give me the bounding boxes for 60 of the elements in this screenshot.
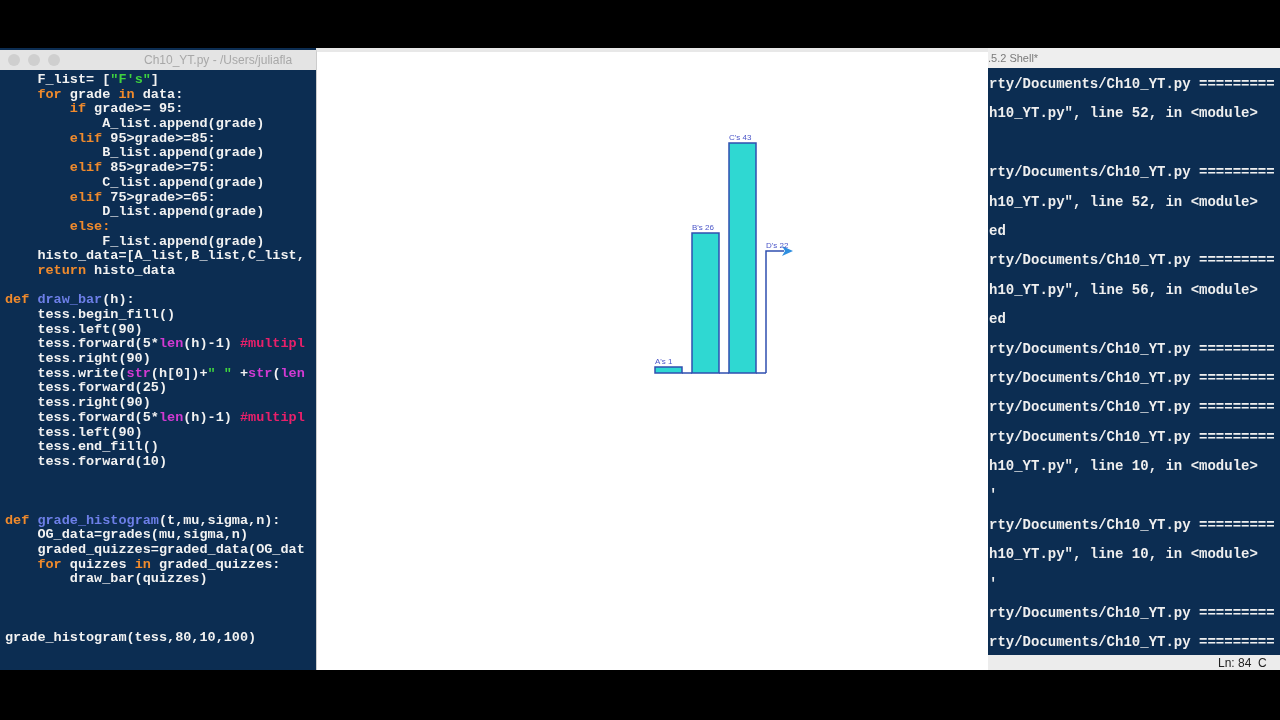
- code-line: def grade_histogram(t,mu,sigma,n):: [5, 513, 281, 529]
- bar-label: A's 1: [655, 357, 673, 366]
- shell-output-line: ed: [989, 311, 1006, 328]
- shell-output-line: rty/Documents/Ch10_YT.py =========: [989, 516, 1275, 533]
- shell-output-line: ': [989, 487, 998, 504]
- code-line: else:: [68, 219, 111, 235]
- turtle-arrow-icon: [782, 246, 793, 256]
- window-title: Ch10_YT.py - /Users/juliafla: [144, 52, 293, 69]
- code-line: tess.begin_fill(): [36, 308, 176, 323]
- bar-label: C's 43: [729, 133, 752, 142]
- code-line: A_list.append(grade): [101, 117, 265, 132]
- code-line: def draw_bar(h):: [5, 293, 135, 308]
- shell-output-line: rty/Documents/Ch10_YT.py =========: [989, 76, 1275, 92]
- code-line: tess.right(90): [36, 352, 151, 367]
- code-line: tess.forward(25): [36, 381, 168, 397]
- code-line: tess.right(90): [36, 396, 151, 411]
- code-line: return histo_data: [36, 263, 176, 279]
- code-line: OG_data=grades(mu,sigma,n): [36, 528, 249, 543]
- code-line: tess.forward(10): [36, 454, 168, 470]
- code-line: elif 85>grade>=75:: [68, 161, 216, 176]
- shell-output-line: h10_YT.py", line 52, in <module>: [989, 193, 1258, 210]
- shell-output-line: h10_YT.py", line 56, in <module>: [989, 281, 1258, 298]
- shell-output-line: rty/Documents/Ch10_YT.py =========: [989, 252, 1275, 269]
- code-line: F_list= ["F's"]: [36, 73, 159, 88]
- shell-output-line: rty/Documents/Ch10_YT.py =========: [989, 428, 1275, 445]
- code-line: graded_quizzes=graded_data(OG_dat: [36, 543, 305, 558]
- shell-output-line: h10_YT.py", line 10, in <module>: [989, 546, 1258, 563]
- histogram-bar: [654, 366, 683, 374]
- code-line: tess.write(str(h[0])+" " +str(len: [36, 366, 305, 382]
- code-line: tess.left(90): [36, 322, 143, 338]
- code-line: for quizzes in graded_quizzes:: [36, 557, 281, 573]
- code-line: elif 95>grade>=85:: [68, 131, 216, 147]
- shell-output-line: rty/Documents/Ch10_YT.py =========: [989, 340, 1275, 357]
- code-line: tess.left(90): [36, 425, 143, 441]
- shell-output-line: rty/Documents/Ch10_YT.py =========: [989, 164, 1275, 181]
- shell-output-line: rty/Documents/Ch10_YT.py =========: [989, 605, 1275, 622]
- shell-output-line: h10_YT.py", line 52, in <module>: [989, 105, 1258, 122]
- code-line: elif 75>grade>=65:: [68, 190, 216, 206]
- code-line: grade_histogram(tess,80,10,100): [5, 631, 257, 646]
- code-line: if grade>= 95:: [68, 102, 184, 118]
- code-line: tess.forward(5*len(h)-1) #multipl: [36, 410, 305, 426]
- code-line: D_list.append(grade): [101, 205, 265, 220]
- shell-output-line: ed: [989, 222, 1006, 239]
- code-line: F_list.append(grade): [101, 234, 265, 250]
- window-title: .5.2 Shell*: [988, 50, 1039, 66]
- shell-output-line: rty/Documents/Ch10_YT.py =========: [989, 634, 1275, 651]
- shell-output-line: ': [989, 575, 998, 592]
- code-line: tess.end_fill(): [36, 440, 159, 455]
- code-line: histo_data=[A_list,B_list,C_list,: [36, 249, 305, 264]
- code-line: C_list.append(grade): [101, 175, 265, 191]
- shell-output-line: rty/Documents/Ch10_YT.py =========: [989, 369, 1275, 386]
- status-text: Ln: 84 C: [1218, 654, 1267, 670]
- code-line: for grade in data:: [36, 87, 184, 103]
- code-line: tess.forward(5*len(h)-1) #multipl: [36, 337, 305, 353]
- shell-output-line: h10_YT.py", line 10, in <module>: [989, 458, 1258, 475]
- bar-label: D's 22: [766, 241, 789, 250]
- bar-label: B's 26: [692, 223, 714, 232]
- code-line: draw_bar(quizzes): [68, 572, 208, 588]
- shell-output-line: rty/Documents/Ch10_YT.py =========: [989, 399, 1275, 416]
- code-line: B_list.append(grade): [101, 146, 265, 162]
